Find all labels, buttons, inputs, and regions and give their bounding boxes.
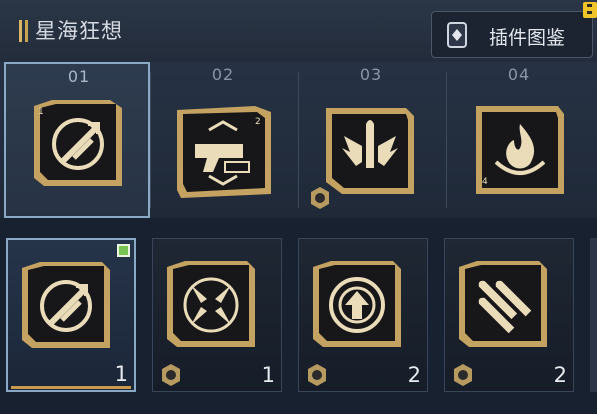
equipped-slots: 01 1 02 2 03 04 4 — [0, 62, 597, 218]
slot-02[interactable]: 02 2 — [150, 62, 296, 218]
plugin-inventory: 1 1 2 2 — [0, 218, 597, 414]
card-icon — [447, 22, 467, 48]
plugin-quantity: 2 — [553, 363, 567, 387]
inventory-card[interactable]: 2 — [444, 238, 574, 392]
plugin-card — [22, 262, 110, 348]
plugin-quantity: 1 — [261, 363, 275, 387]
plugin-card: 2 — [175, 104, 271, 202]
slot-04[interactable]: 04 4 — [446, 62, 592, 218]
plugin-card — [459, 261, 547, 347]
title-accent-2 — [25, 20, 28, 42]
selection-underline — [11, 386, 131, 389]
slot-number: 03 — [359, 65, 383, 84]
gear-icon — [162, 364, 180, 386]
inventory-card[interactable]: 1 — [152, 238, 282, 392]
notification-icon[interactable] — [583, 2, 597, 18]
equipped-check-icon — [117, 244, 130, 257]
gear-icon — [308, 364, 326, 386]
plugin-card: 1 — [30, 96, 126, 194]
plugin-gallery-label: 插件图鉴 — [489, 27, 566, 49]
plugin-card — [167, 261, 255, 347]
title-accent — [19, 20, 22, 42]
slot-number: 04 — [507, 65, 531, 84]
plugin-quantity: 2 — [407, 363, 421, 387]
header-bar: 星海狂想 插件图鉴 — [0, 0, 597, 63]
scrollbar[interactable] — [590, 238, 597, 392]
inventory-card[interactable]: 1 — [6, 238, 136, 392]
svg-text:2: 2 — [255, 117, 261, 127]
slot-03[interactable]: 03 — [298, 62, 444, 218]
plugin-card — [313, 261, 401, 347]
plugin-card — [322, 102, 418, 200]
plugin-gallery-button[interactable]: 插件图鉴 — [431, 11, 593, 58]
slot-01[interactable]: 01 1 — [4, 62, 150, 218]
gear-icon — [311, 187, 329, 209]
plugin-quantity: 1 — [114, 362, 128, 386]
page-title: 星海狂想 — [35, 19, 123, 43]
slot-number: 01 — [67, 67, 91, 86]
slot-number: 02 — [211, 65, 235, 84]
svg-text:1: 1 — [38, 107, 44, 117]
gear-icon — [454, 364, 472, 386]
target-up-icon — [329, 277, 385, 333]
inventory-card[interactable]: 2 — [298, 238, 428, 392]
svg-text:4: 4 — [482, 177, 488, 187]
plugin-card: 4 — [470, 102, 566, 200]
